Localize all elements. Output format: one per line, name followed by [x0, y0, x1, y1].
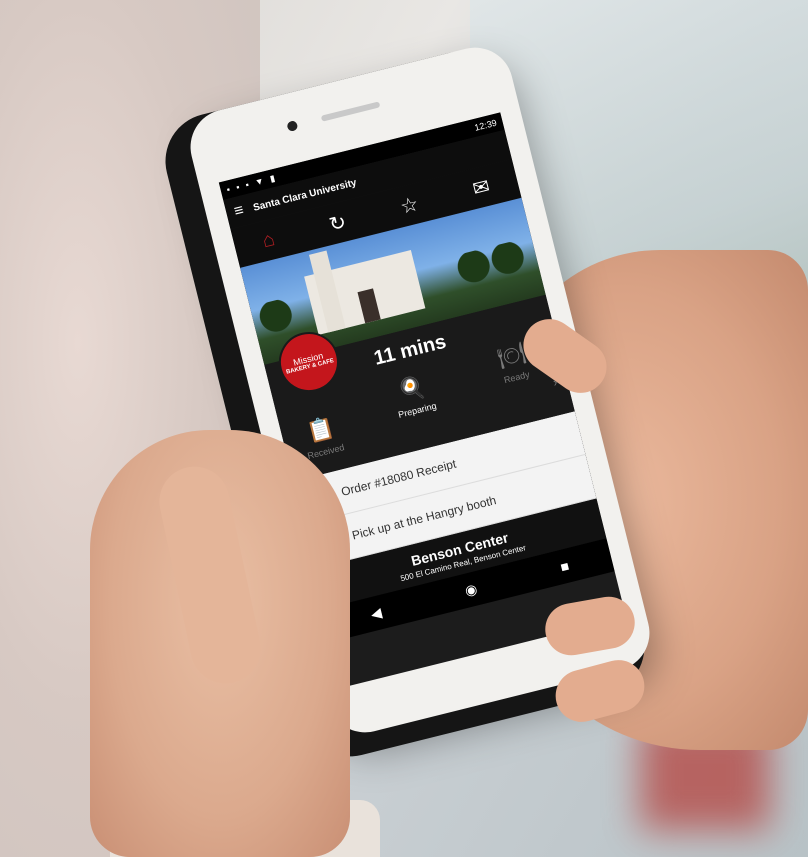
menu-icon[interactable]: ≡	[232, 202, 245, 222]
mail-icon[interactable]: ✉	[470, 173, 492, 201]
clipboard-icon: 📋	[304, 414, 337, 446]
home-icon[interactable]: ⌂	[260, 228, 277, 253]
front-camera	[286, 119, 299, 133]
mission-church	[304, 250, 426, 335]
recents-icon[interactable]: ■	[559, 557, 571, 575]
step-label: Ready	[502, 369, 531, 386]
back-icon[interactable]: ◀	[369, 604, 384, 623]
status-time: 12:39	[473, 117, 498, 133]
speaker-grille	[320, 101, 381, 122]
refresh-icon[interactable]: ↻	[326, 209, 349, 237]
home-nav-icon[interactable]: ◉	[463, 580, 479, 599]
step-received: 📋 Received	[299, 413, 345, 461]
star-icon[interactable]: ☆	[398, 191, 421, 220]
frying-pan-icon: 🍳	[395, 372, 429, 404]
step-preparing: 🍳 Preparing	[390, 372, 438, 420]
